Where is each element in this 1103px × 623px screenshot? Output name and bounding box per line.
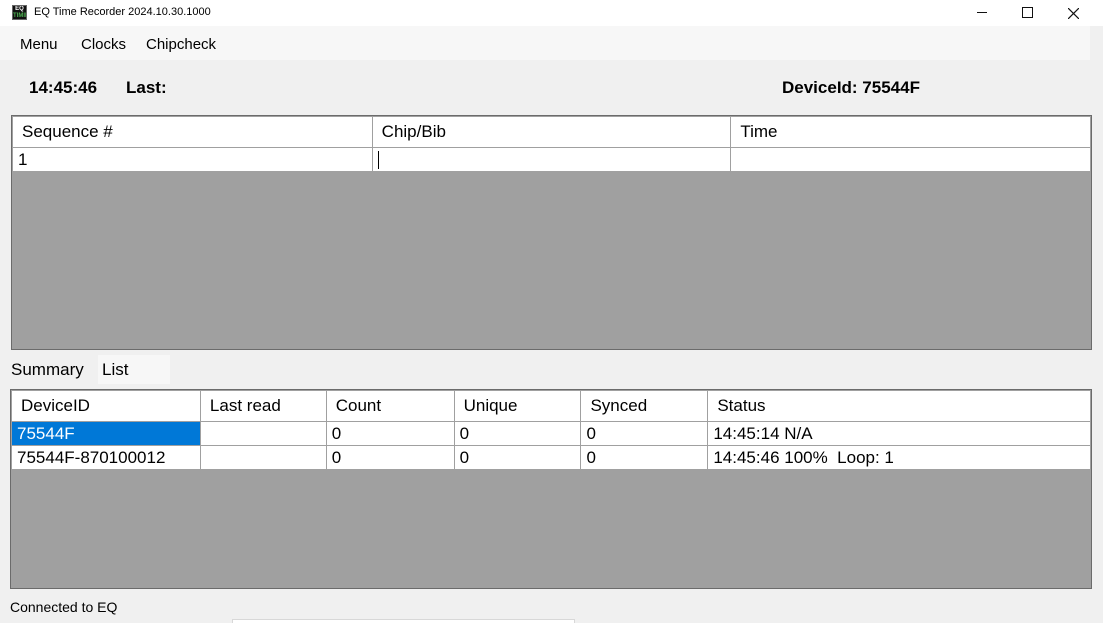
tab-summary[interactable]: Summary (8, 355, 99, 384)
last-read-cell[interactable] (199, 421, 327, 446)
menu-item-chipcheck[interactable]: Chipcheck (146, 36, 216, 53)
reads-table: Sequence # Chip/Bib Time 1 (12, 116, 1091, 172)
status-bar: Connected to EQ (0, 596, 1090, 616)
app-logo-icon: EQ TIMING (12, 5, 27, 20)
text-cursor (377, 151, 379, 170)
logo-text: EQ (15, 6, 24, 12)
status-cell[interactable]: 14:45:14 N/A (707, 421, 1091, 446)
header: 14:45:46 Last: DeviceId: 75544F (0, 60, 1090, 114)
sequence-cell[interactable]: 1 (12, 147, 373, 172)
current-time: 14:45:46 (29, 78, 98, 97)
connection-status: Connected to EQ (10, 599, 118, 615)
close-icon (1068, 8, 1079, 19)
logo-subtext: TIMING (13, 13, 26, 19)
summary-grid[interactable]: DeviceID Last read Count Unique Synced S… (10, 389, 1092, 589)
device-id-label: DeviceId: 75544F (782, 78, 920, 97)
chip-bib-cell[interactable] (371, 147, 732, 172)
summary-header-row: DeviceID Last read Count Unique Synced S… (11, 390, 1091, 422)
column-header-last-read[interactable]: Last read (199, 390, 327, 422)
maximize-button[interactable] (1004, 0, 1050, 26)
minimize-button[interactable] (958, 0, 1004, 26)
synced-cell[interactable]: 0 (580, 445, 709, 470)
device-id-cell[interactable]: 75544F-870100012 (11, 445, 201, 470)
reads-grid[interactable]: Sequence # Chip/Bib Time 1 (11, 115, 1092, 350)
last-read-label: Last: (126, 78, 167, 97)
column-header-synced[interactable]: Synced (580, 390, 709, 422)
window-title: EQ Time Recorder 2024.10.30.1000 (34, 6, 211, 18)
reads-header-row: Sequence # Chip/Bib Time (12, 116, 1091, 148)
taskbar-edge (232, 619, 575, 623)
menu-item-menu[interactable]: Menu (20, 36, 58, 53)
column-header-count[interactable]: Count (325, 390, 455, 422)
summary-table: DeviceID Last read Count Unique Synced S… (11, 390, 1091, 470)
status-cell[interactable]: 14:45:46 100% Loop: 1 (707, 445, 1091, 470)
tab-list[interactable]: List (98, 355, 170, 384)
title-bar[interactable]: EQ TIMING EQ Time Recorder 2024.10.30.10… (0, 0, 1103, 26)
device-id-cell[interactable]: 75544F (11, 421, 201, 446)
count-cell[interactable]: 0 (325, 421, 455, 446)
last-read-cell[interactable] (199, 445, 327, 470)
menu-bar: Menu Clocks Chipcheck (0, 26, 1090, 60)
column-header-unique[interactable]: Unique (453, 390, 582, 422)
unique-cell[interactable]: 0 (453, 445, 582, 470)
table-row[interactable]: 75544F 0 0 0 14:45:14 N/A (11, 421, 1091, 446)
unique-cell[interactable]: 0 (453, 421, 582, 446)
time-cell[interactable] (730, 147, 1091, 172)
column-header-time[interactable]: Time (730, 116, 1091, 148)
count-cell[interactable]: 0 (325, 445, 455, 470)
table-row[interactable]: 75544F-870100012 0 0 0 14:45:46 100% Loo… (11, 445, 1091, 470)
column-header-status[interactable]: Status (707, 390, 1091, 422)
column-header-chip-bib[interactable]: Chip/Bib (371, 116, 732, 148)
menu-item-clocks[interactable]: Clocks (81, 36, 126, 53)
table-row[interactable]: 1 (12, 147, 1091, 172)
column-header-sequence[interactable]: Sequence # (12, 116, 373, 148)
synced-cell[interactable]: 0 (580, 421, 709, 446)
close-button[interactable] (1050, 0, 1096, 26)
column-header-device-id[interactable]: DeviceID (11, 390, 201, 422)
